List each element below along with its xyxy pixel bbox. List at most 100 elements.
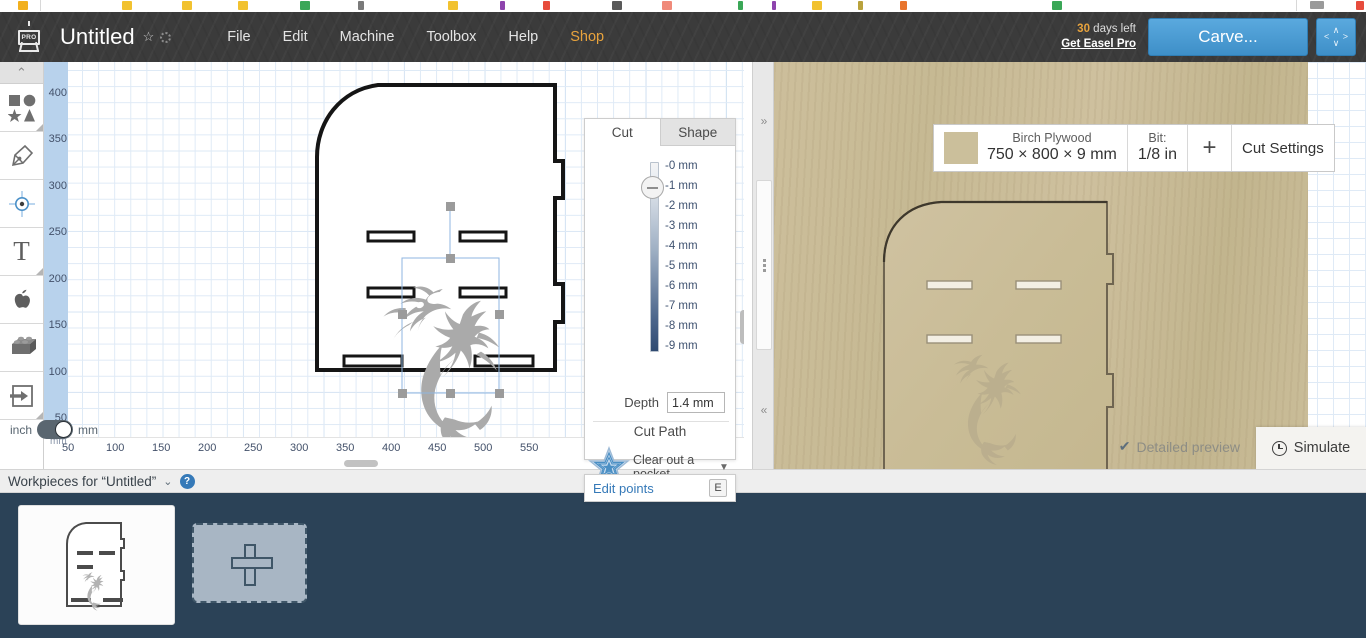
get-easel-pro-link[interactable]: Get Easel Pro: [1061, 37, 1136, 52]
lego-brick-icon: [11, 336, 36, 354]
depth-tick: -9 mm: [665, 340, 698, 352]
easel-app: PRO Untitled ☆ File Edit Machine Toolbox…: [0, 0, 1366, 638]
bookmark-icon[interactable]: [900, 1, 907, 10]
ruler-tick: 300: [48, 180, 67, 192]
bookmark-icon[interactable]: [300, 1, 310, 10]
tool-text[interactable]: T: [0, 228, 43, 276]
menu-help[interactable]: Help: [492, 23, 554, 51]
menu-shop[interactable]: Shop: [554, 23, 620, 51]
tool-shapes[interactable]: [0, 84, 43, 132]
workpiece-thumbnail[interactable]: [18, 505, 175, 625]
expand-right-icon[interactable]: »: [753, 108, 775, 134]
ruler-tick: 250: [48, 226, 67, 238]
depth-tick: -7 mm: [665, 300, 698, 312]
bookmark-icon[interactable]: [1310, 1, 1324, 9]
bookmark-icon[interactable]: [122, 1, 132, 10]
bookmark-icon[interactable]: [543, 1, 550, 10]
bookmark-icon[interactable]: [18, 1, 28, 10]
unit-switch[interactable]: [37, 420, 74, 439]
menu-machine[interactable]: Machine: [324, 23, 411, 51]
canvas-horizontal-scrollbar[interactable]: [344, 460, 378, 467]
simulate-button[interactable]: Simulate: [1256, 427, 1366, 469]
bookmark-icon[interactable]: [772, 1, 776, 10]
ruler-tick: 50: [62, 442, 75, 454]
menu-toolbox[interactable]: Toolbox: [410, 23, 492, 51]
navigation-pad-icon[interactable]: ∧ ∨ < >: [1316, 18, 1356, 56]
material-bar: Birch Plywood 750 × 800 × 9 mm Bit: 1/8 …: [933, 124, 1335, 172]
bookmark-icon[interactable]: [448, 1, 458, 10]
favorite-star-icon[interactable]: ☆: [143, 29, 155, 45]
unit-toggle[interactable]: inch mm: [10, 420, 98, 439]
splitter-drag-handle[interactable]: [756, 180, 772, 350]
depth-field-row: Depth: [585, 392, 735, 413]
bit-value: 1/8 in: [1137, 145, 1177, 163]
depth-input[interactable]: [667, 392, 725, 413]
bookmark-icon[interactable]: [1356, 1, 1364, 10]
clock-icon: [1271, 440, 1287, 456]
ruler-tick: 450: [428, 442, 447, 454]
canvas-vertical-scrollbar[interactable]: [740, 310, 744, 344]
help-icon[interactable]: ?: [179, 473, 195, 489]
depth-slider-handle[interactable]: [641, 176, 664, 199]
depth-tick: -5 mm: [665, 260, 698, 272]
depth-slider[interactable]: [641, 162, 664, 352]
ruler-vertical[interactable]: 400 350 300 250 200 150 100 50: [44, 62, 68, 437]
detailed-preview-label: Detailed preview: [1136, 438, 1241, 455]
depth-tick: -3 mm: [665, 220, 698, 232]
bookmark-icon[interactable]: [812, 1, 822, 10]
bookmark-icon[interactable]: [238, 1, 248, 10]
project-title[interactable]: Untitled: [60, 24, 135, 50]
bookmark-icon[interactable]: [500, 1, 505, 10]
chevron-down-icon[interactable]: ⌄: [163, 475, 172, 488]
handle-top-center: [446, 254, 455, 263]
depth-tick: -0 mm: [665, 160, 698, 172]
tool-more-corner: [36, 412, 43, 419]
bookmark-icon[interactable]: [662, 1, 672, 10]
edit-points-link[interactable]: Edit points: [593, 481, 654, 496]
tool-blocks[interactable]: [0, 324, 43, 372]
detailed-preview-checkbox[interactable]: ✔ Detailed preview: [1119, 438, 1240, 455]
tool-apps[interactable]: [0, 276, 43, 324]
panel-splitter[interactable]: » «: [752, 62, 774, 469]
ruler-tick: 500: [474, 442, 493, 454]
ruler-tick: 550: [520, 442, 539, 454]
tab-cut[interactable]: Cut: [585, 119, 660, 146]
trial-status: 30 days left Get Easel Pro: [1061, 22, 1136, 52]
preview-panel-outline: [883, 201, 1114, 469]
bookmark-icon[interactable]: [1052, 1, 1062, 10]
add-bit-button[interactable]: +: [1188, 125, 1232, 171]
chevron-down-icon[interactable]: ▼: [713, 462, 735, 473]
tab-shape[interactable]: Shape: [659, 119, 735, 146]
ruler-tick: 150: [48, 319, 67, 331]
main-menu: File Edit Machine Toolbox Help Shop: [211, 23, 620, 51]
bit-label: Bit:: [1148, 131, 1167, 146]
pen-icon: [11, 144, 33, 166]
menu-edit[interactable]: Edit: [267, 23, 324, 51]
simulate-label: Simulate: [1293, 440, 1351, 456]
rotate-handle: [446, 202, 455, 211]
bookmark-icon[interactable]: [738, 1, 743, 10]
bookmark-icon[interactable]: [612, 1, 622, 10]
tool-import[interactable]: [0, 372, 43, 420]
plus-icon: [230, 544, 273, 586]
cut-panel-tabs: Cut Shape: [585, 119, 735, 146]
add-workpiece-button[interactable]: [192, 523, 307, 603]
tool-pen[interactable]: [0, 132, 43, 180]
check-icon: ✔: [1118, 438, 1131, 454]
ruler-tick: 200: [198, 442, 217, 454]
bookmark-icon[interactable]: [358, 1, 364, 10]
bookmark-icon[interactable]: [858, 1, 863, 10]
bit-selector[interactable]: Bit: 1/8 in: [1128, 125, 1188, 171]
cut-settings-button[interactable]: Cut Settings: [1232, 125, 1334, 171]
handle-bottom-right: [495, 389, 504, 398]
carve-button[interactable]: Carve...: [1148, 18, 1308, 56]
workpiece-preview-icon: [65, 522, 125, 611]
toolbar-collapse-button[interactable]: ⌃: [0, 62, 43, 84]
menu-file[interactable]: File: [211, 23, 266, 51]
collapse-left-icon[interactable]: «: [753, 397, 775, 423]
material-selector[interactable]: Birch Plywood 750 × 800 × 9 mm: [934, 125, 1128, 171]
bookmark-icon[interactable]: [182, 1, 192, 10]
handle-bottom-left: [398, 389, 407, 398]
depth-tick: -1 mm: [665, 180, 698, 192]
tool-align[interactable]: [0, 180, 43, 228]
